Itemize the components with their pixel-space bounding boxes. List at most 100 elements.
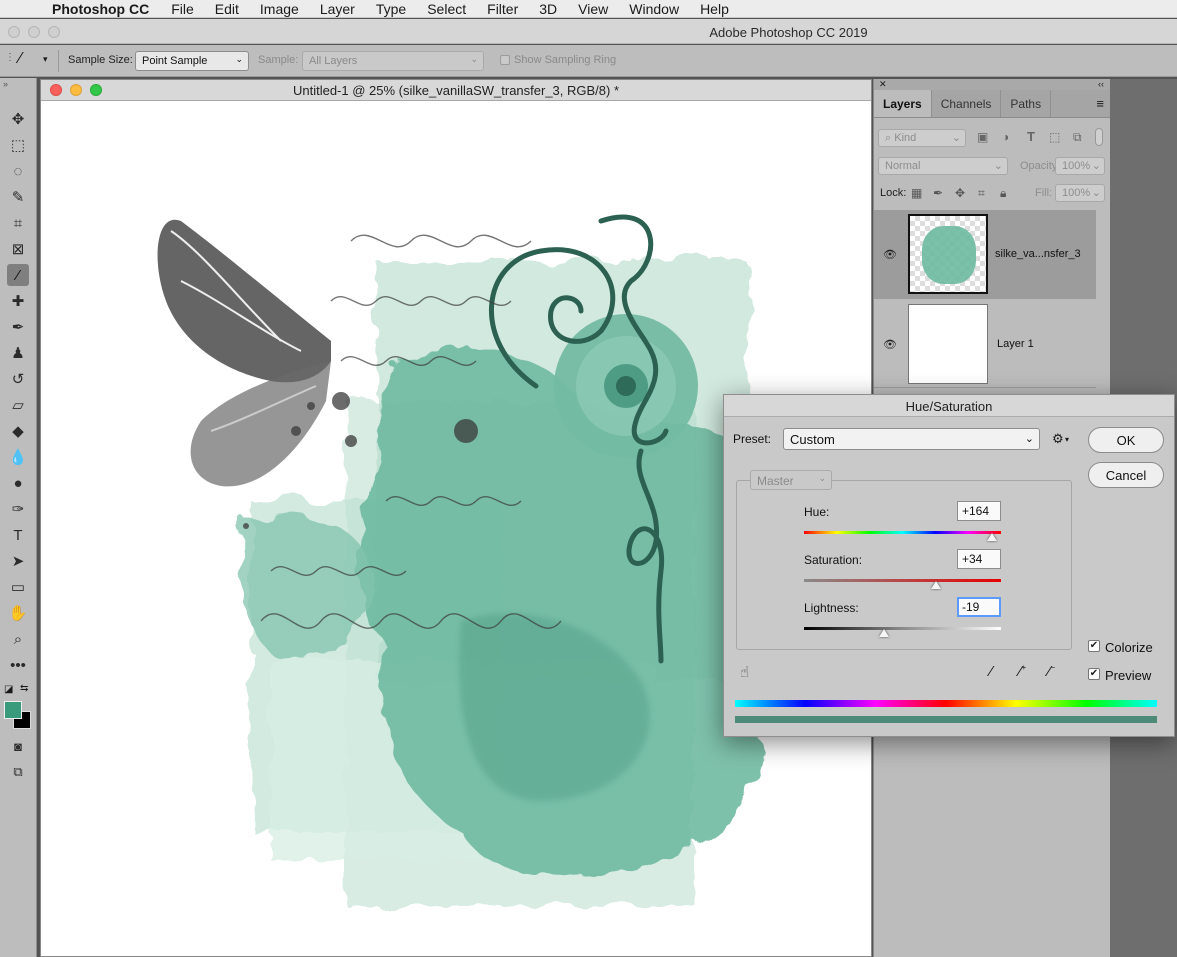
chevron-down-icon: ⌄ [1091,187,1101,199]
kind-filter-select[interactable]: ⌕ Kind ⌄ [878,129,966,147]
menu-layer[interactable]: Layer [320,1,355,17]
type-icon[interactable]: T [7,524,29,546]
menu-help[interactable]: Help [700,1,729,17]
tab-paths[interactable]: Paths [1001,90,1052,117]
zoom-icon[interactable]: ⌕ [7,628,29,650]
menu-app-name[interactable]: Photoshop CC [52,1,149,17]
tab-layers[interactable]: Layers [874,90,932,117]
hue-slider-track[interactable] [804,531,1001,534]
lasso-icon[interactable]: ◌ [7,160,29,182]
history-brush-icon[interactable]: ↺ [7,368,29,390]
preset-select[interactable]: Custom ⌄ [783,428,1040,450]
opacity-field[interactable]: 100% ⌄ [1055,157,1105,175]
hand-adjust-icon[interactable]: ☝︎ [740,663,749,681]
document-zoom-button[interactable] [90,84,102,96]
lightness-field[interactable]: -19 [957,597,1001,617]
colorize-checkbox[interactable]: ✔ [1088,640,1100,652]
eyedropper-add-icon[interactable]: ⁄+ [1019,663,1026,680]
menu-edit[interactable]: Edit [215,1,239,17]
layer-row-transfer[interactable]: 👁︎ silke_va...nsfer_3 [874,210,1096,299]
tab-channels[interactable]: Channels [932,90,1002,117]
clone-stamp-icon[interactable]: ♟ [7,342,29,364]
frame-icon[interactable]: ⊠ [7,238,29,260]
filter-shape-icon[interactable]: ⬚ [1049,130,1060,144]
sample-select[interactable]: All Layers ⌄ [302,51,484,71]
lock-pixels-icon[interactable]: ✒ [933,186,943,200]
butterfly [157,219,331,487]
dodge-icon[interactable]: ● [7,472,29,494]
panel-collapse-icon[interactable]: » [3,79,8,89]
lock-artboard-icon[interactable]: ⌗ [978,186,985,201]
menu-file[interactable]: File [171,1,194,17]
menu-image[interactable]: Image [260,1,299,17]
eye-icon[interactable]: 👁︎ [883,338,897,351]
path-select-icon[interactable]: ➤ [7,550,29,572]
paint-bucket-icon[interactable]: ◆ [7,420,29,442]
preview-checkbox[interactable]: ✔ [1088,668,1100,680]
eyedropper-preset-icon[interactable]: ⁄ [19,50,22,68]
sample-size-select[interactable]: Point Sample ⌄ [135,51,249,71]
mac-menubar: Photoshop CC File Edit Image Layer Type … [0,0,1177,18]
quick-mask-icon[interactable]: ◙ [7,735,29,757]
foreground-color-swatch[interactable] [4,701,22,719]
brush-icon[interactable]: ✒ [7,316,29,338]
ok-button[interactable]: OK [1088,427,1164,453]
search-icon: ⌕ [885,132,892,144]
lightness-slider-track[interactable] [804,627,1001,630]
chevron-down-icon[interactable]: ▾ [43,54,48,65]
filter-type-icon[interactable]: T [1027,129,1035,144]
rectangle-icon[interactable]: ▭ [7,576,29,598]
hand-icon[interactable]: ✋ [7,602,29,624]
pen-icon[interactable]: ✑ [7,498,29,520]
eyedropper-icon[interactable]: ⁄ [990,663,993,680]
layer-name[interactable]: silke_va...nsfer_3 [995,248,1081,260]
healing-brush-icon[interactable]: ✚ [7,290,29,312]
lightness-slider-thumb[interactable] [878,629,889,637]
screen-mode-icon[interactable]: ⧉ [7,761,29,783]
document-close-button[interactable] [50,84,62,96]
panel-menu-icon[interactable]: ≡ [1090,90,1110,117]
menu-window[interactable]: Window [629,1,679,17]
menu-view[interactable]: View [578,1,608,17]
marquee-icon[interactable]: ⬚ [7,134,29,156]
eyedropper-subtract-icon[interactable]: ⁄− [1048,663,1055,680]
lock-transparent-icon[interactable]: ▦ [911,186,922,200]
blend-mode-select[interactable]: Normal ⌄ [878,157,1008,175]
document-minimize-button[interactable] [70,84,82,96]
filter-pixel-icon[interactable]: ▣ [977,130,988,144]
fill-label: Fill: [1035,187,1053,199]
show-sampling-ring-checkbox[interactable] [500,55,510,65]
lock-all-icon[interactable]: 🔒︎ [1000,186,1006,201]
move-icon[interactable]: ✥ [7,108,29,130]
hue-slider-thumb[interactable] [987,533,998,541]
channel-select[interactable]: Master ⌄ [750,470,832,490]
swap-colors-icon[interactable]: ⇆ [20,683,28,694]
collapse-icon[interactable]: ‹‹ [1098,79,1104,89]
fill-field[interactable]: 100% ⌄ [1055,184,1105,202]
layer-name[interactable]: Layer 1 [997,338,1034,350]
saturation-slider-thumb[interactable] [930,581,941,589]
gear-icon[interactable]: ⚙︎ [1052,431,1064,447]
eye-icon[interactable]: 👁︎ [883,248,897,261]
close-icon[interactable]: ✕ [879,79,887,90]
filter-adjustment-icon[interactable]: ◑ [1002,130,1009,144]
saturation-slider-track[interactable] [804,579,1001,582]
blur-icon[interactable]: 💧 [7,446,29,468]
filter-smart-object-icon[interactable]: ⧉ [1073,130,1082,145]
eraser-icon[interactable]: ▱ [7,394,29,416]
hue-field[interactable]: +164 [957,501,1001,521]
layer-row-layer-1[interactable]: 👁︎ Layer 1 [874,300,1096,388]
lock-position-icon[interactable]: ✥ [955,186,965,200]
cancel-button[interactable]: Cancel [1088,462,1164,488]
saturation-field[interactable]: +34 [957,549,1001,569]
default-colors-icon[interactable]: ◪ [4,684,13,695]
menu-select[interactable]: Select [427,1,466,17]
menu-filter[interactable]: Filter [487,1,518,17]
menu-3d[interactable]: 3D [539,1,557,17]
menu-type[interactable]: Type [376,1,406,17]
eyedropper-icon[interactable]: ⁄ [7,264,29,286]
more-tools-icon[interactable]: ••• [7,654,29,676]
quick-select-icon[interactable]: ✎ [7,186,29,208]
crop-icon[interactable]: ⌗ [7,212,29,234]
filter-toggle[interactable] [1095,128,1103,146]
